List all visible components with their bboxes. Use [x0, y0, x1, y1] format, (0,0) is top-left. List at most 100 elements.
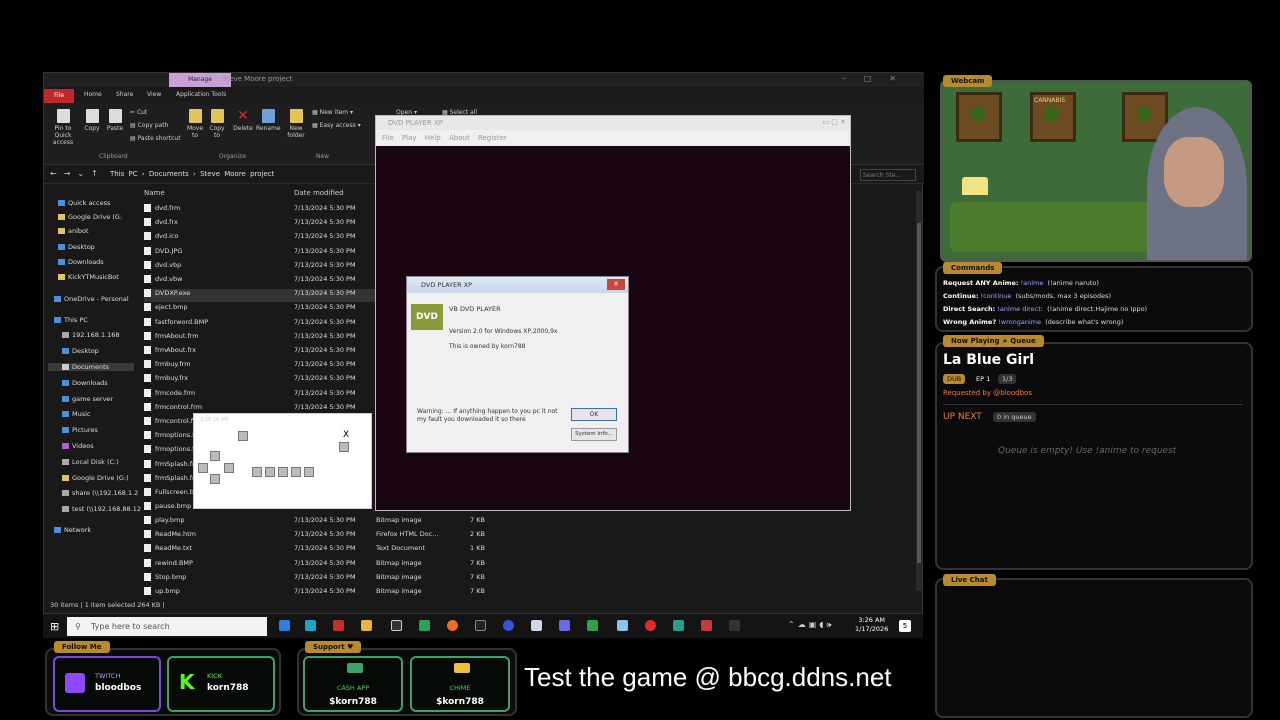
right-arrow-button[interactable]: [224, 463, 234, 473]
breadcrumb[interactable]: This PC › Documents › Steve Moore projec…: [110, 170, 274, 178]
file-row[interactable]: frmSplash.fr: [144, 473, 195, 487]
sidebar-item-downloads[interactable]: Downloads: [58, 258, 104, 266]
sidebar-item-pictures[interactable]: Pictures: [62, 426, 98, 434]
app-icon-3[interactable]: [617, 620, 628, 631]
file-row[interactable]: frmcontrol.fr: [144, 417, 196, 430]
terminal-icon[interactable]: [475, 620, 486, 631]
fast-forward-button[interactable]: [304, 467, 314, 477]
copy-to-button[interactable]: Copy to: [208, 109, 226, 139]
app-icon-4[interactable]: [701, 620, 712, 631]
file-row[interactable]: play.bmp 7/13/2024 5:30 PM Bitmap image 7 K…: [144, 516, 485, 529]
file-row[interactable]: dvd.vbw 7/13/2024 5:30 PM: [144, 275, 356, 288]
paste-shortcut-button[interactable]: ▤ Paste shortcut: [130, 135, 181, 142]
sidebar-item-game-server[interactable]: game server: [62, 395, 113, 403]
tab-file[interactable]: File: [44, 89, 74, 103]
folder-icon[interactable]: [361, 620, 372, 631]
nav-arrows[interactable]: ←→⌄↑: [50, 169, 105, 178]
chime-link[interactable]: CHIME $korn788: [410, 656, 510, 712]
file-row[interactable]: eject.bmp 7/13/2024 5:30 PM: [144, 303, 356, 316]
notification-badge[interactable]: 5: [899, 620, 911, 632]
sidebar-item-desktop-pc[interactable]: Desktop: [62, 347, 99, 355]
sidebar-item-network-drive[interactable]: 192.168.1.168: [62, 331, 120, 339]
tab-share[interactable]: Share: [116, 91, 133, 98]
file-row[interactable]: dvd.ico 7/13/2024 5:30 PM: [144, 232, 356, 245]
copy-button[interactable]: Copy: [82, 109, 102, 132]
stop-button[interactable]: [278, 467, 288, 477]
new-item-button[interactable]: ▦ New item ▾: [312, 109, 353, 116]
close-icon[interactable]: X: [343, 430, 349, 440]
file-row[interactable]: ReadMe.txt 7/13/2024 5:30 PM Text Document…: [144, 544, 485, 557]
tab-application-tools[interactable]: Application Tools: [176, 91, 226, 98]
edge-icon[interactable]: [305, 620, 316, 631]
sidebar-item-downloads-pc[interactable]: Downloads: [62, 379, 108, 387]
sidebar-item-network[interactable]: Network: [54, 526, 91, 534]
file-row[interactable]: dvd.frm 7/13/2024 5:30 PM: [144, 204, 356, 217]
taskbar-search-input[interactable]: ⚲ Type here to search: [67, 617, 267, 636]
file-row[interactable]: rewind.BMP 7/13/2024 5:30 PM Bitmap image 7…: [144, 558, 485, 572]
menu-register[interactable]: Register: [478, 134, 507, 142]
file-row[interactable]: frmoptions.f: [144, 431, 194, 444]
column-headers[interactable]: Name Date modified: [144, 189, 344, 197]
easy-access-button[interactable]: ▦ Easy access ▾: [312, 122, 361, 129]
vscode-icon[interactable]: [673, 620, 684, 631]
pause-button[interactable]: [265, 467, 275, 477]
sidebar-item-quick-access[interactable]: Quick access: [58, 199, 110, 207]
copy-path-button[interactable]: ▤ Copy path: [130, 122, 168, 129]
file-row[interactable]: frmbuy.frx 7/13/2024 5:30 PM: [144, 374, 356, 387]
cashapp-link[interactable]: CASH APP $korn788: [303, 656, 403, 712]
new-folder-button[interactable]: New folder: [286, 109, 306, 139]
vs-icon[interactable]: [559, 620, 570, 631]
scrollbar-thumb[interactable]: [917, 223, 921, 563]
kick-link[interactable]: K KICK korn788: [167, 656, 275, 712]
sidebar-item-anibot[interactable]: anibot: [58, 227, 89, 235]
column-date[interactable]: Date modified: [294, 189, 344, 197]
file-row[interactable]: ReadMe.htm 7/13/2024 5:30 PM Firefox HTML …: [144, 530, 485, 543]
obs-icon[interactable]: [391, 620, 402, 631]
dvd-player-taskbar-icon[interactable]: [729, 620, 740, 631]
sidebar-item-test[interactable]: test (\\192.168.88.12: [62, 505, 141, 513]
file-row[interactable]: up.bmp 7/13/2024 5:30 PM Bitmap image 7 KB: [144, 587, 485, 600]
column-name[interactable]: Name: [144, 189, 165, 197]
twitch-link[interactable]: TWITCH bloodbos: [53, 656, 161, 712]
file-row[interactable]: frmcode.frm 7/13/2024 5:30 PM: [144, 388, 356, 402]
dvd-window-controls[interactable]: ▭ ▢ ✕: [822, 118, 846, 126]
menu-file[interactable]: File: [382, 134, 394, 142]
sidebar-item-videos[interactable]: Videos: [62, 442, 94, 450]
menu-about[interactable]: About: [449, 134, 470, 142]
system-tray[interactable]: ⌃☁▣◖🕪: [788, 620, 835, 630]
file-row[interactable]: pause.bmp: [144, 502, 191, 515]
down-arrow-button[interactable]: [210, 474, 220, 484]
sidebar-item-local-disk[interactable]: Local Disk (C:): [62, 458, 119, 466]
sidebar-item-share[interactable]: share (\\192.168.1.2: [62, 489, 138, 497]
sidebar-item-onedrive[interactable]: OneDrive - Personal: [54, 295, 129, 303]
delete-button[interactable]: ✕ Delete: [232, 109, 254, 132]
file-row[interactable]: DVD.JPG 7/13/2024 5:30 PM: [144, 246, 356, 260]
tab-view[interactable]: View: [147, 91, 161, 98]
app-icon-2[interactable]: [587, 620, 598, 631]
left-arrow-button[interactable]: [198, 463, 208, 473]
file-row[interactable]: dvd.vbp 7/13/2024 5:30 PM: [144, 260, 356, 274]
taskbar-clock[interactable]: 3:26 AM 1/17/2026: [855, 616, 888, 634]
pin-quick-access-button[interactable]: Pin to Quick access: [46, 109, 80, 146]
sidebar-item-documents[interactable]: Documents: [48, 363, 134, 371]
eject-button[interactable]: [238, 431, 248, 441]
system-info-button[interactable]: System Info...: [571, 428, 617, 441]
app-icon-green[interactable]: [419, 620, 430, 631]
ok-button[interactable]: OK: [571, 408, 617, 421]
search-input[interactable]: Search Ste...: [860, 169, 916, 181]
file-row[interactable]: frmbuy.frm 7/13/2024 5:30 PM: [144, 360, 356, 373]
fullscreen-button[interactable]: [339, 442, 349, 452]
firefox-icon[interactable]: [447, 620, 458, 631]
sidebar-item-google-drive[interactable]: Google Drive (G:: [58, 213, 122, 221]
app-icon-red[interactable]: [645, 620, 656, 631]
file-row[interactable]: Fullscreen.b: [144, 488, 194, 501]
cut-button[interactable]: ✂ Cut: [130, 109, 147, 116]
app-icon[interactable]: [333, 620, 344, 631]
move-to-button[interactable]: Move to: [186, 109, 204, 139]
file-row[interactable]: fastforword.BMP 7/13/2024 5:30 PM: [144, 317, 356, 331]
sidebar-item-kickytmusicbot[interactable]: KickYTMusicBot: [58, 273, 119, 281]
file-row[interactable]: frmSplash.fr: [144, 459, 195, 473]
rename-button[interactable]: Rename: [256, 109, 281, 132]
file-row[interactable]: dvd.frx 7/13/2024 5:30 PM: [144, 218, 356, 231]
tab-home[interactable]: Home: [84, 91, 102, 98]
